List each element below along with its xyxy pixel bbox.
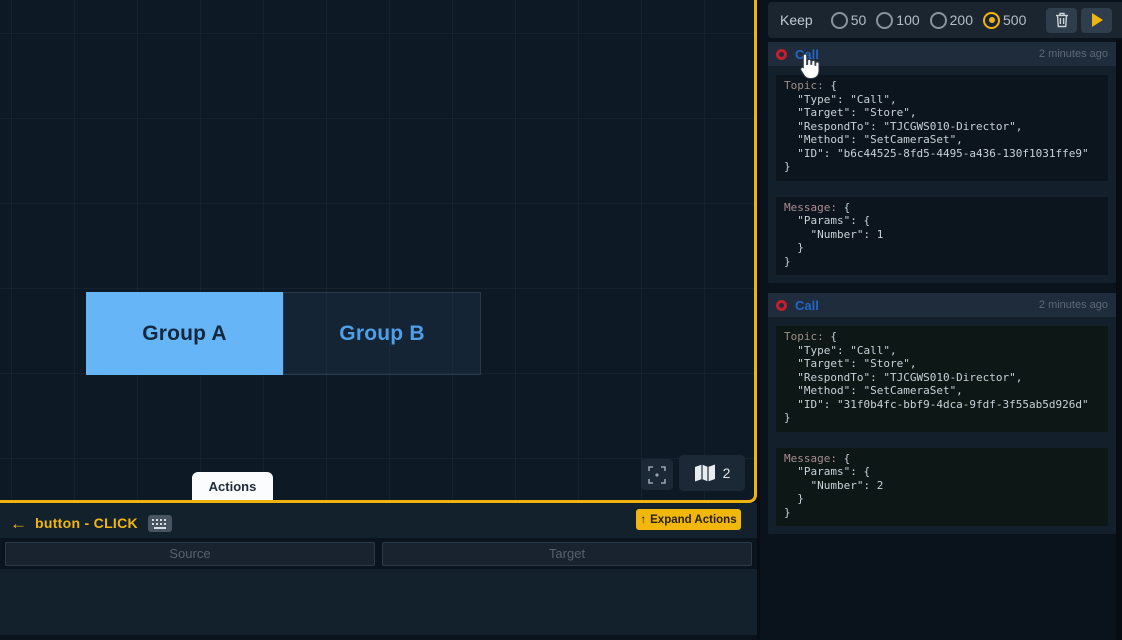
message-label: Message: xyxy=(784,452,837,465)
expand-actions-button[interactable]: ↑ Expand Actions xyxy=(636,509,741,530)
stage-canvas[interactable]: Group A Group B 2 Actions xyxy=(0,0,757,503)
topic-label: Topic: xyxy=(784,330,824,343)
message-type[interactable]: Call xyxy=(795,47,819,62)
minimap-button[interactable]: 2 xyxy=(679,455,745,491)
trash-icon xyxy=(1055,12,1069,28)
message-card-header[interactable]: Call 2 minutes ago xyxy=(768,42,1116,66)
group-b-button[interactable]: Group B xyxy=(283,292,481,375)
message-card-body: Topic: { "Type": "Call", "Target": "Stor… xyxy=(768,317,1116,534)
topic-json-text: { "Type": "Call", "Target": "Store", "Re… xyxy=(784,79,1089,173)
clear-messages-button[interactable] xyxy=(1046,8,1077,33)
record-ring-icon xyxy=(776,49,787,60)
keep-option-100[interactable]: 100 xyxy=(876,12,919,29)
keep-toolbar: Keep 50 100 200 500 xyxy=(768,2,1122,38)
app-screen: Group A Group B 2 Actions ← button - CLI… xyxy=(0,0,1122,640)
radio-icon xyxy=(876,12,893,29)
keep-option-label: 500 xyxy=(1003,12,1026,28)
message-json: Message: { "Params": { "Number": 1 } } xyxy=(776,197,1108,276)
message-timestamp: 2 minutes ago xyxy=(1039,48,1108,60)
action-title-row: ← button - CLICK xyxy=(10,512,172,534)
expand-actions-label: Expand Actions xyxy=(650,514,736,526)
keyboard-icon xyxy=(148,515,172,532)
message-card[interactable]: Call 2 minutes ago Topic: { "Type": "Cal… xyxy=(768,293,1116,534)
action-editor-panel: ← button - CLICK ↑ Expand Actions xyxy=(0,503,757,640)
source-target-row xyxy=(0,538,757,569)
back-arrow-icon[interactable]: ← xyxy=(10,515,27,532)
target-input[interactable] xyxy=(382,542,752,566)
keep-option-label: 50 xyxy=(851,12,867,28)
map-icon xyxy=(694,464,716,483)
scrollbar-track[interactable] xyxy=(1116,40,1122,640)
keep-option-label: 200 xyxy=(950,12,973,28)
keep-option-200[interactable]: 200 xyxy=(930,12,973,29)
message-type[interactable]: Call xyxy=(795,298,819,313)
keep-option-50[interactable]: 50 xyxy=(831,12,867,29)
expand-arrow-icon: ↑ xyxy=(640,514,646,526)
topic-json: Topic: { "Type": "Call", "Target": "Stor… xyxy=(776,326,1108,432)
keep-label: Keep xyxy=(780,12,813,28)
panel-bottom-edge xyxy=(0,635,757,640)
play-icon xyxy=(1092,13,1103,27)
message-card-body: Topic: { "Type": "Call", "Target": "Stor… xyxy=(768,66,1116,283)
message-list: Call 2 minutes ago Topic: { "Type": "Cal… xyxy=(768,42,1116,534)
message-inspector-panel: Keep 50 100 200 500 xyxy=(760,0,1122,640)
source-input[interactable] xyxy=(5,542,375,566)
radio-icon xyxy=(930,12,947,29)
play-button[interactable] xyxy=(1081,8,1112,33)
topic-label: Topic: xyxy=(784,79,824,92)
keep-option-500[interactable]: 500 xyxy=(983,12,1026,29)
minimap-count: 2 xyxy=(723,465,731,481)
topic-json-text: { "Type": "Call", "Target": "Store", "Re… xyxy=(784,330,1089,424)
record-ring-icon xyxy=(776,300,787,311)
keep-option-label: 100 xyxy=(896,12,919,28)
message-card[interactable]: Call 2 minutes ago Topic: { "Type": "Cal… xyxy=(768,42,1116,283)
fit-view-button[interactable] xyxy=(641,459,673,490)
message-card-header[interactable]: Call 2 minutes ago xyxy=(768,293,1116,317)
message-timestamp: 2 minutes ago xyxy=(1039,299,1108,311)
radio-icon xyxy=(831,12,848,29)
group-a-button[interactable]: Group A xyxy=(86,292,283,375)
message-json: Message: { "Params": { "Number": 2 } } xyxy=(776,448,1108,527)
radio-icon-selected xyxy=(983,12,1000,29)
message-label: Message: xyxy=(784,201,837,214)
topic-json: Topic: { "Type": "Call", "Target": "Stor… xyxy=(776,75,1108,181)
tab-actions[interactable]: Actions xyxy=(192,472,273,500)
action-title: button - CLICK xyxy=(35,515,138,531)
fit-view-icon xyxy=(648,466,666,484)
